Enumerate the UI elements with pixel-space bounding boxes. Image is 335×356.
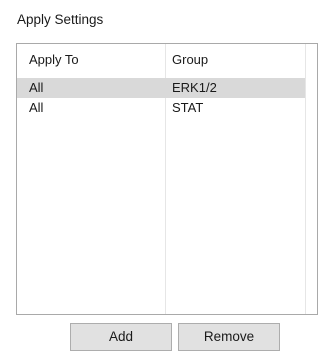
section-title: Apply Settings bbox=[17, 12, 104, 27]
list-header: Apply To Group bbox=[17, 44, 305, 76]
column-divider bbox=[305, 44, 306, 314]
cell-apply-to: All bbox=[29, 100, 44, 115]
apply-settings-panel: Apply Settings Apply To Group All ERK1/2… bbox=[0, 0, 335, 356]
column-header-group[interactable]: Group bbox=[165, 44, 305, 76]
list-row[interactable]: All ERK1/2 bbox=[17, 78, 305, 98]
list-rows: All ERK1/2 All STAT bbox=[17, 78, 305, 118]
remove-button[interactable]: Remove bbox=[178, 323, 280, 351]
column-header-apply-to[interactable]: Apply To bbox=[17, 44, 165, 76]
cell-group: ERK1/2 bbox=[172, 80, 217, 95]
add-button[interactable]: Add bbox=[70, 323, 172, 351]
cell-apply-to: All bbox=[29, 80, 44, 95]
apply-settings-list[interactable]: Apply To Group All ERK1/2 All STAT bbox=[16, 43, 318, 315]
cell-group: STAT bbox=[172, 100, 204, 115]
list-row[interactable]: All STAT bbox=[17, 98, 305, 118]
